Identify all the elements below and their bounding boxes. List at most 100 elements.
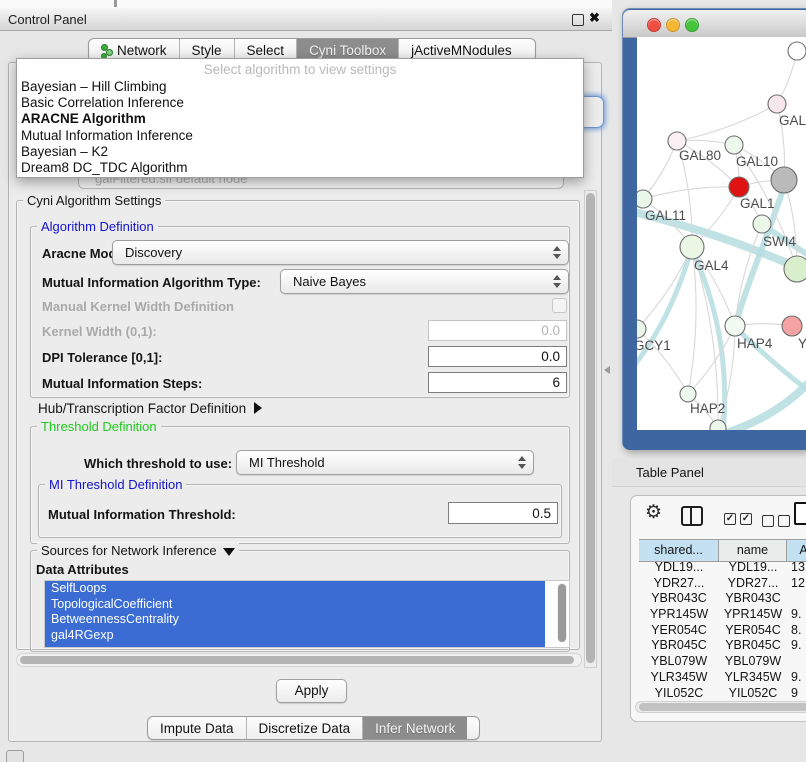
table-row[interactable]: YER054CYER054C8. xyxy=(639,623,806,639)
sources-group-title: Sources for Network Inference xyxy=(37,543,239,558)
table-cell: 9. xyxy=(787,607,806,623)
mi-threshold-group-title: MI Threshold Definition xyxy=(45,477,186,492)
table-cell: YBR045C xyxy=(719,638,787,654)
network-node-gal4[interactable] xyxy=(680,235,704,259)
document-icon[interactable] xyxy=(794,502,806,525)
table-row[interactable]: YDR27...YDR27...12 xyxy=(639,576,806,592)
algorithm-option[interactable]: Basic Correlation Inference xyxy=(17,95,583,111)
tab-label: Infer Network xyxy=(375,721,455,736)
table-panel-bar: Table Panel xyxy=(612,458,806,487)
algorithm-popup-list: Bayesian – Hill ClimbingBasic Correlatio… xyxy=(17,79,583,176)
apply-button[interactable]: Apply xyxy=(276,679,347,703)
unchecked-checkbox-icon[interactable] xyxy=(762,515,774,527)
gear-icon[interactable]: ⚙ xyxy=(645,503,662,523)
zoom-traffic-light-icon[interactable] xyxy=(685,18,699,32)
table-cell: 12 xyxy=(787,576,806,592)
network-node-y[interactable] xyxy=(782,316,802,336)
table-row[interactable]: YLR345WYLR345W9. xyxy=(639,670,806,686)
algorithm-option[interactable]: ARACNE Algorithm xyxy=(17,111,583,127)
column-header-2[interactable]: name xyxy=(719,540,787,561)
node-label: GAL11 xyxy=(645,208,686,223)
mi-type-label: Mutual Information Algorithm Type: xyxy=(42,275,261,290)
network-node-swi4[interactable] xyxy=(753,215,771,233)
manual-kernel-checkbox[interactable] xyxy=(552,298,567,313)
network-node[interactable] xyxy=(788,42,806,60)
checked-checkbox-icon[interactable]: ✓ xyxy=(740,513,752,525)
table-horizontal-scrollbar[interactable] xyxy=(635,701,806,713)
network-node[interactable] xyxy=(784,256,806,282)
table-row[interactable]: YBL079WYBL079W xyxy=(639,654,806,670)
data-attribute-item[interactable]: SelfLoops xyxy=(45,581,545,597)
float-panel-icon[interactable] xyxy=(572,14,584,26)
mi-threshold-input[interactable] xyxy=(448,502,558,524)
mi-type-combo[interactable]: Naive Bayes xyxy=(280,269,569,294)
table-row[interactable]: YBR043CYBR043C xyxy=(639,591,806,607)
algorithm-select-popup: Select algorithm to view settings Bayesi… xyxy=(16,58,584,178)
network-node[interactable] xyxy=(771,167,797,193)
settings-horizontal-scrollbar[interactable] xyxy=(16,653,582,667)
which-threshold-combo[interactable]: MI Threshold xyxy=(236,450,534,475)
network-node-gal1[interactable] xyxy=(729,177,749,197)
table-cell: YIL052C xyxy=(719,686,787,702)
data-attribute-item[interactable]: TopologicalCoefficient xyxy=(45,597,545,613)
hub-definition-toggle[interactable]: Hub/Transcription Factor Definition xyxy=(38,401,262,416)
network-edge xyxy=(643,187,739,199)
unchecked-checkbox-icon[interactable] xyxy=(778,515,790,527)
network-node-gal11[interactable] xyxy=(637,190,652,208)
network-node-hap4[interactable] xyxy=(725,316,745,336)
bottom-left-button[interactable] xyxy=(6,750,24,762)
mi-steps-input[interactable] xyxy=(428,372,567,393)
table-cell: YBR045C xyxy=(639,638,719,654)
settings-vertical-scrollbar-thumb[interactable] xyxy=(586,193,595,663)
algorithm-option[interactable]: Bayesian – Hill Climbing xyxy=(17,79,583,95)
network-edge xyxy=(643,141,677,199)
network-window: GALGAL80GAL10GAL1GAL11SWI4GAL4HAP4YGCY1H… xyxy=(622,8,806,450)
aracne-mode-combo[interactable]: Discovery xyxy=(112,240,569,265)
tab-label: Select xyxy=(247,43,285,58)
panel-resize-arrow[interactable] xyxy=(604,366,610,374)
algorithm-option[interactable]: Mutual Information Inference xyxy=(17,128,583,144)
close-icon[interactable]: ✖ xyxy=(589,10,600,26)
network-window-titlebar[interactable] xyxy=(623,10,806,38)
close-traffic-light-icon[interactable] xyxy=(647,18,661,32)
table-row[interactable]: YIL052CYIL052C9 xyxy=(639,686,806,702)
attributes-list-scrollbar-thumb[interactable] xyxy=(558,584,566,642)
tab-discretize-data[interactable]: Discretize Data xyxy=(247,717,364,739)
algorithm-option[interactable]: Dream8 DC_TDC Algorithm xyxy=(17,160,583,176)
threshold-definition-title: Threshold Definition xyxy=(37,419,161,434)
tab-infer-network[interactable]: Infer Network xyxy=(363,717,467,739)
minimize-traffic-light-icon[interactable] xyxy=(666,18,680,32)
table-cell: YDL19... xyxy=(719,560,787,576)
mi-threshold-label: Mutual Information Threshold: xyxy=(48,507,236,522)
column-header-3[interactable]: A xyxy=(787,540,806,561)
tab-label: jActiveMNodules xyxy=(411,43,512,58)
tab-impute-data[interactable]: Impute Data xyxy=(148,717,247,739)
combo-updown-icon xyxy=(518,456,526,469)
node-label: GCY1 xyxy=(637,338,671,353)
network-canvas[interactable]: GALGAL80GAL10GAL1GAL11SWI4GAL4HAP4YGCY1H… xyxy=(637,37,806,430)
table-row[interactable]: YDL19...YDL19...13 xyxy=(639,560,806,576)
node-label: Y xyxy=(798,336,806,351)
data-attribute-item[interactable]: BetweennessCentrality xyxy=(45,612,545,628)
network-node-gal[interactable] xyxy=(768,95,786,113)
algorithm-option[interactable]: Bayesian – K2 xyxy=(17,144,583,160)
data-attribute-item[interactable]: gal4RGexp xyxy=(45,628,545,644)
table-cell: YER054C xyxy=(639,623,719,639)
tab-label: Cyni Toolbox xyxy=(309,43,386,58)
network-node-gal10[interactable] xyxy=(725,136,743,154)
checked-checkbox-icon[interactable]: ✓ xyxy=(724,513,736,525)
kernel-width-input[interactable] xyxy=(428,320,567,341)
network-node-hap2[interactable] xyxy=(680,386,696,402)
network-node-gcy1[interactable] xyxy=(637,320,646,338)
table-horizontal-scrollbar-thumb[interactable] xyxy=(639,703,806,711)
settings-vertical-scrollbar[interactable] xyxy=(584,190,597,668)
settings-horizontal-scrollbar-thumb[interactable] xyxy=(20,656,574,664)
columns-icon[interactable] xyxy=(681,506,703,526)
table-row[interactable]: YPR145WYPR145W9. xyxy=(639,607,806,623)
table-row[interactable]: YBR045CYBR045C9. xyxy=(639,638,806,654)
column-header-1[interactable]: shared... xyxy=(639,540,719,561)
dpi-tolerance-input[interactable] xyxy=(428,346,567,367)
control-panel-title: Control Panel xyxy=(8,12,87,27)
which-threshold-label: Which threshold to use: xyxy=(84,456,232,471)
attributes-list-scrollbar[interactable] xyxy=(557,583,567,643)
